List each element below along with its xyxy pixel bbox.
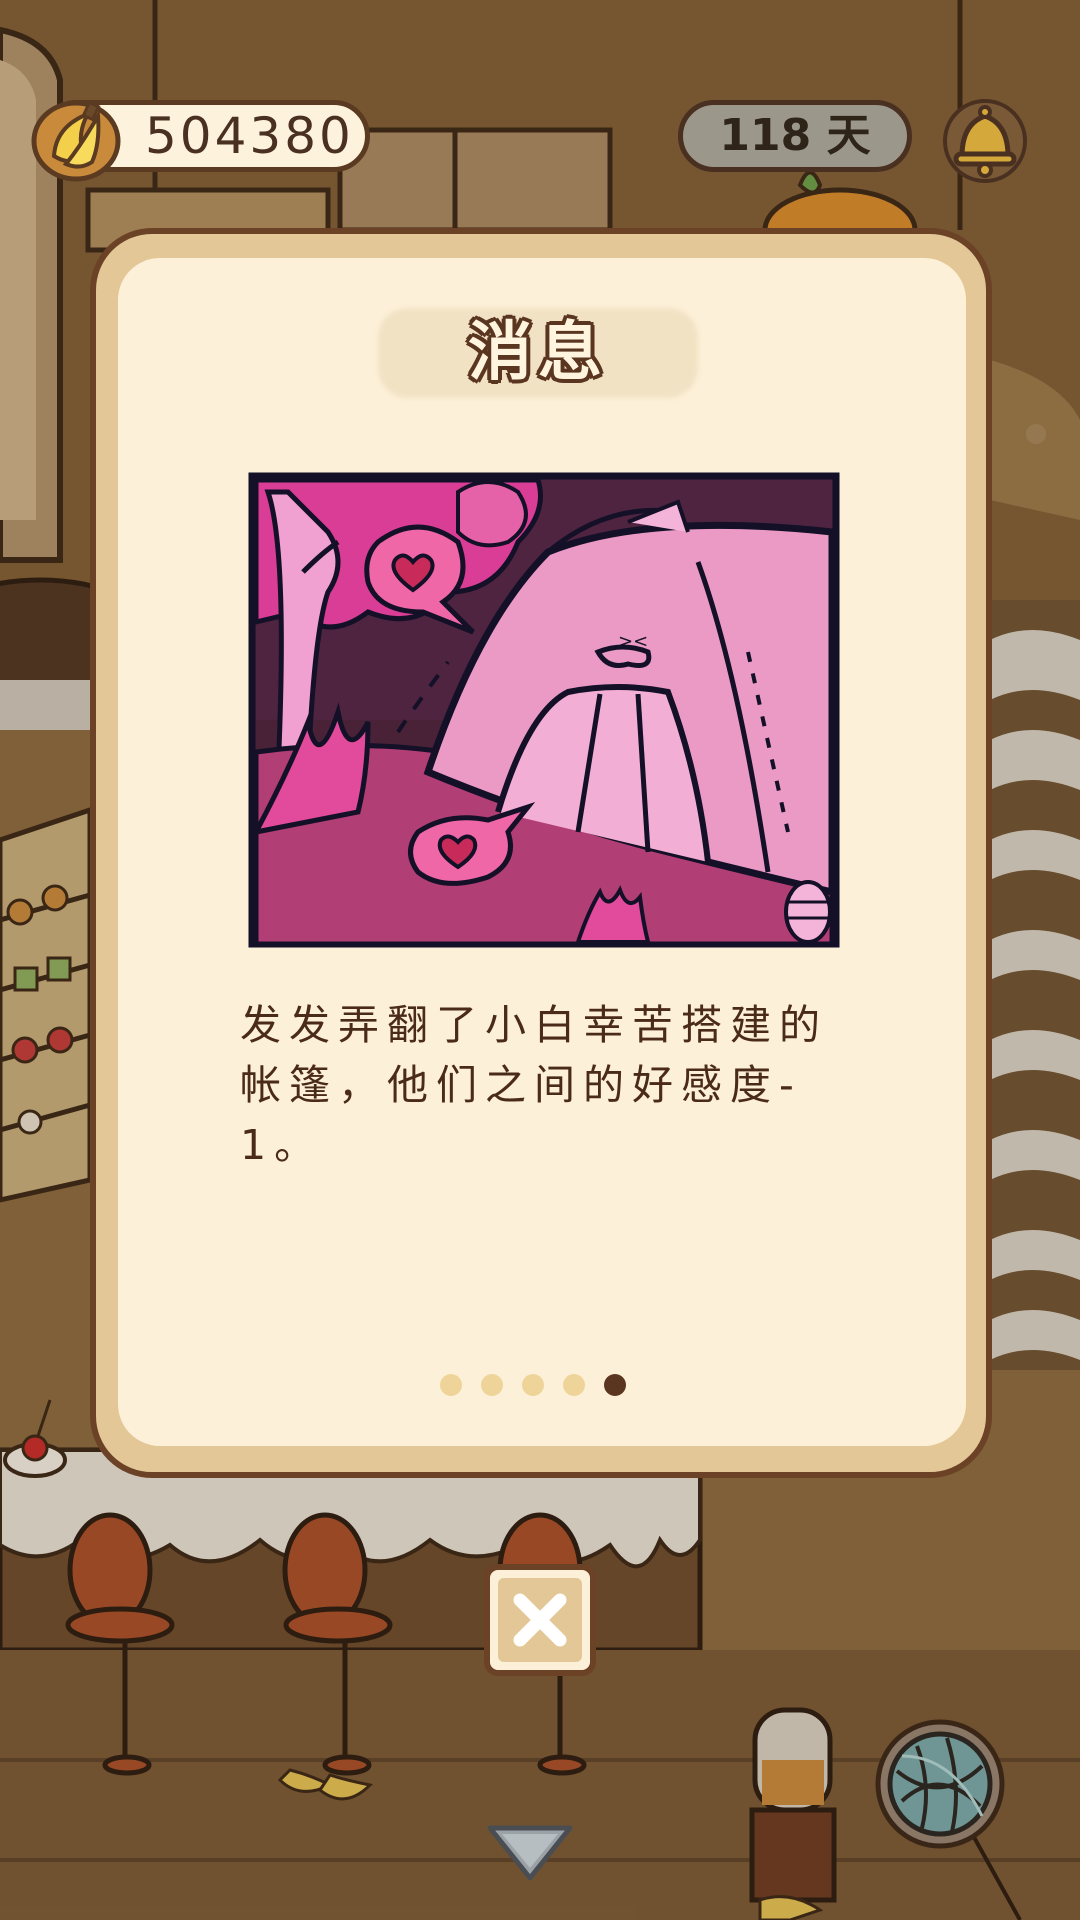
bell-icon[interactable]: [940, 86, 1030, 186]
yarn-ball-icon[interactable]: [872, 1716, 1008, 1852]
page-dot[interactable]: [522, 1374, 544, 1396]
page-dot-active[interactable]: [604, 1374, 626, 1396]
dialog-title: 消息: [468, 316, 608, 390]
message-text: 发发弄翻了小白幸苦搭建的帐篷，他们之间的好感度-1。: [240, 1001, 828, 1169]
page-indicator: [440, 1374, 640, 1398]
game-screen: 504380 118 天 消息 >< 发发弄翻了小白幸苦搭建的帐篷，他们之间的好…: [0, 0, 1080, 1920]
day-count: 118 天: [719, 110, 871, 161]
svg-text:><: ><: [618, 631, 648, 652]
banana-icon: [31, 100, 121, 182]
page-dot[interactable]: [440, 1374, 462, 1396]
banana-count: 504380: [145, 107, 354, 165]
page-dot[interactable]: [481, 1374, 503, 1396]
pink-tent-comic-illustration: ><: [248, 472, 840, 948]
close-button[interactable]: [484, 1564, 596, 1676]
page-dot[interactable]: [563, 1374, 585, 1396]
down-arrow-icon[interactable]: [480, 1818, 580, 1888]
close-icon: [513, 1593, 567, 1647]
